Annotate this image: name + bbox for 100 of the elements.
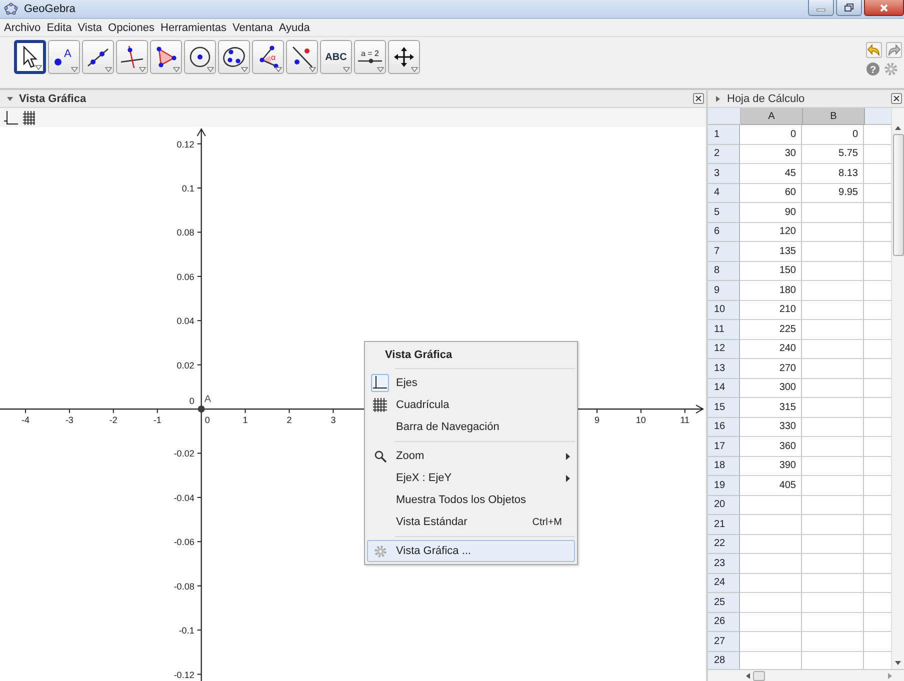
scroll-down-icon[interactable] [895, 661, 901, 665]
tool-button[interactable] [82, 40, 114, 74]
tool-button[interactable] [286, 40, 318, 74]
column-header[interactable]: A [741, 108, 803, 125]
expand-icon[interactable] [714, 94, 722, 102]
row-header[interactable]: 1 [708, 125, 740, 144]
vertical-scrollbar[interactable] [891, 108, 904, 669]
menu-item[interactable]: Edita [46, 22, 72, 34]
table-cell [802, 515, 864, 534]
close-button[interactable] [864, 0, 904, 16]
tool-button[interactable]: α [252, 40, 284, 74]
tool-button[interactable]: A [48, 40, 80, 74]
tool-button[interactable]: ABC [320, 40, 352, 74]
menu-title: Vista Gráfica [384, 348, 454, 363]
tool-button[interactable] [116, 40, 148, 74]
tool-button[interactable] [14, 40, 46, 74]
row-header[interactable]: 6 [708, 222, 740, 242]
table-cell: 360 [740, 437, 802, 456]
table-cell [864, 652, 891, 669]
menu-item[interactable]: Ventana [232, 22, 273, 34]
menu-item[interactable]: Ayuda [278, 22, 310, 34]
tool-button[interactable] [388, 40, 420, 74]
axes-icon[interactable] [4, 110, 18, 124]
dropdown-icon [275, 67, 282, 72]
row-header[interactable]: 24 [708, 574, 740, 593]
tick-label: -4 [22, 415, 30, 426]
tick-label: 1 [242, 415, 248, 426]
tick-label: -1 [153, 415, 162, 426]
row-header[interactable]: 10 [708, 300, 740, 320]
scrollbar-thumb[interactable] [753, 670, 765, 680]
row-header[interactable]: 5 [708, 203, 740, 222]
close-panel-button[interactable] [693, 93, 704, 104]
collapse-icon[interactable] [6, 94, 14, 102]
menu-item[interactable]: Herramientas [160, 22, 227, 34]
row-header[interactable]: 25 [708, 593, 740, 612]
table-cell [802, 203, 864, 222]
menu-item[interactable]: Ejes [367, 372, 575, 394]
tool-button[interactable] [150, 40, 182, 74]
row-header[interactable]: 15 [708, 398, 740, 418]
row-header[interactable]: 9 [708, 281, 740, 300]
row-header[interactable]: 11 [708, 320, 740, 340]
row-header[interactable]: 20 [708, 496, 740, 515]
menu-item[interactable]: Vista Gráfica ... [367, 540, 575, 562]
row-header[interactable]: 3 [708, 164, 740, 184]
row-header[interactable]: 26 [708, 612, 740, 632]
triangle-icon [154, 45, 178, 69]
table-cell: 150 [740, 262, 802, 281]
table-cell: 60 [740, 184, 802, 203]
row-header[interactable]: 19 [708, 476, 740, 496]
row-header[interactable]: 21 [708, 515, 740, 534]
table-cell [864, 125, 891, 144]
table-cell: 330 [740, 418, 802, 437]
row-header[interactable]: 16 [708, 418, 740, 437]
table-cell [864, 359, 891, 378]
dropdown-icon [139, 67, 146, 72]
menu-item[interactable]: Cuadrícula [367, 394, 575, 416]
row-header[interactable]: 23 [708, 554, 740, 574]
column-header[interactable]: B [803, 108, 865, 125]
horizontal-scrollbar[interactable] [708, 669, 904, 681]
close-panel-button[interactable] [891, 93, 902, 104]
row-header[interactable]: 2 [708, 144, 740, 164]
row-header[interactable]: 4 [708, 184, 740, 203]
row-header[interactable]: 17 [708, 437, 740, 456]
tool-button[interactable] [184, 40, 216, 74]
row-header[interactable]: 8 [708, 262, 740, 281]
menu-item[interactable]: Vista Estándar Ctrl+M [367, 511, 575, 533]
circle-icon [188, 45, 212, 69]
redo-button[interactable] [886, 42, 902, 58]
scrollbar-thumb[interactable] [892, 134, 904, 256]
menu-item[interactable]: Vista [78, 22, 102, 34]
scroll-right-icon[interactable] [888, 672, 892, 678]
menu-item[interactable]: Zoom [367, 445, 575, 467]
menu-item[interactable]: Archivo [4, 22, 41, 34]
scroll-up-icon[interactable] [895, 126, 901, 130]
row-header[interactable]: 13 [708, 359, 740, 378]
table-cell [864, 144, 891, 164]
table-cell: 135 [740, 242, 802, 262]
table-cell [864, 456, 891, 476]
row-header[interactable]: 28 [708, 652, 740, 669]
menu-item[interactable]: Opciones [108, 22, 155, 34]
menu-item[interactable]: Muestra Todos los Objetos [367, 489, 575, 511]
row-header[interactable]: 18 [708, 456, 740, 476]
row-header[interactable]: 7 [708, 242, 740, 262]
row-header[interactable]: 12 [708, 340, 740, 359]
menu-item[interactable]: Barra de Navegación [367, 416, 575, 438]
row-header[interactable]: 27 [708, 632, 740, 652]
tick-label: 0.08 [176, 228, 194, 238]
menu-item[interactable]: EjeX : EjeY [367, 467, 575, 489]
table-cell [802, 574, 864, 593]
table-cell [864, 300, 891, 320]
grid-icon[interactable] [22, 110, 36, 124]
row-header[interactable]: 14 [708, 378, 740, 398]
point[interactable] [198, 406, 205, 413]
table-cell [740, 652, 802, 669]
tool-button[interactable] [218, 40, 250, 74]
undo-button[interactable] [866, 42, 882, 58]
restore-button[interactable] [836, 0, 862, 16]
tool-button[interactable]: a = 2 [354, 40, 386, 74]
row-header[interactable]: 22 [708, 534, 740, 554]
scroll-left-icon[interactable] [746, 672, 750, 678]
